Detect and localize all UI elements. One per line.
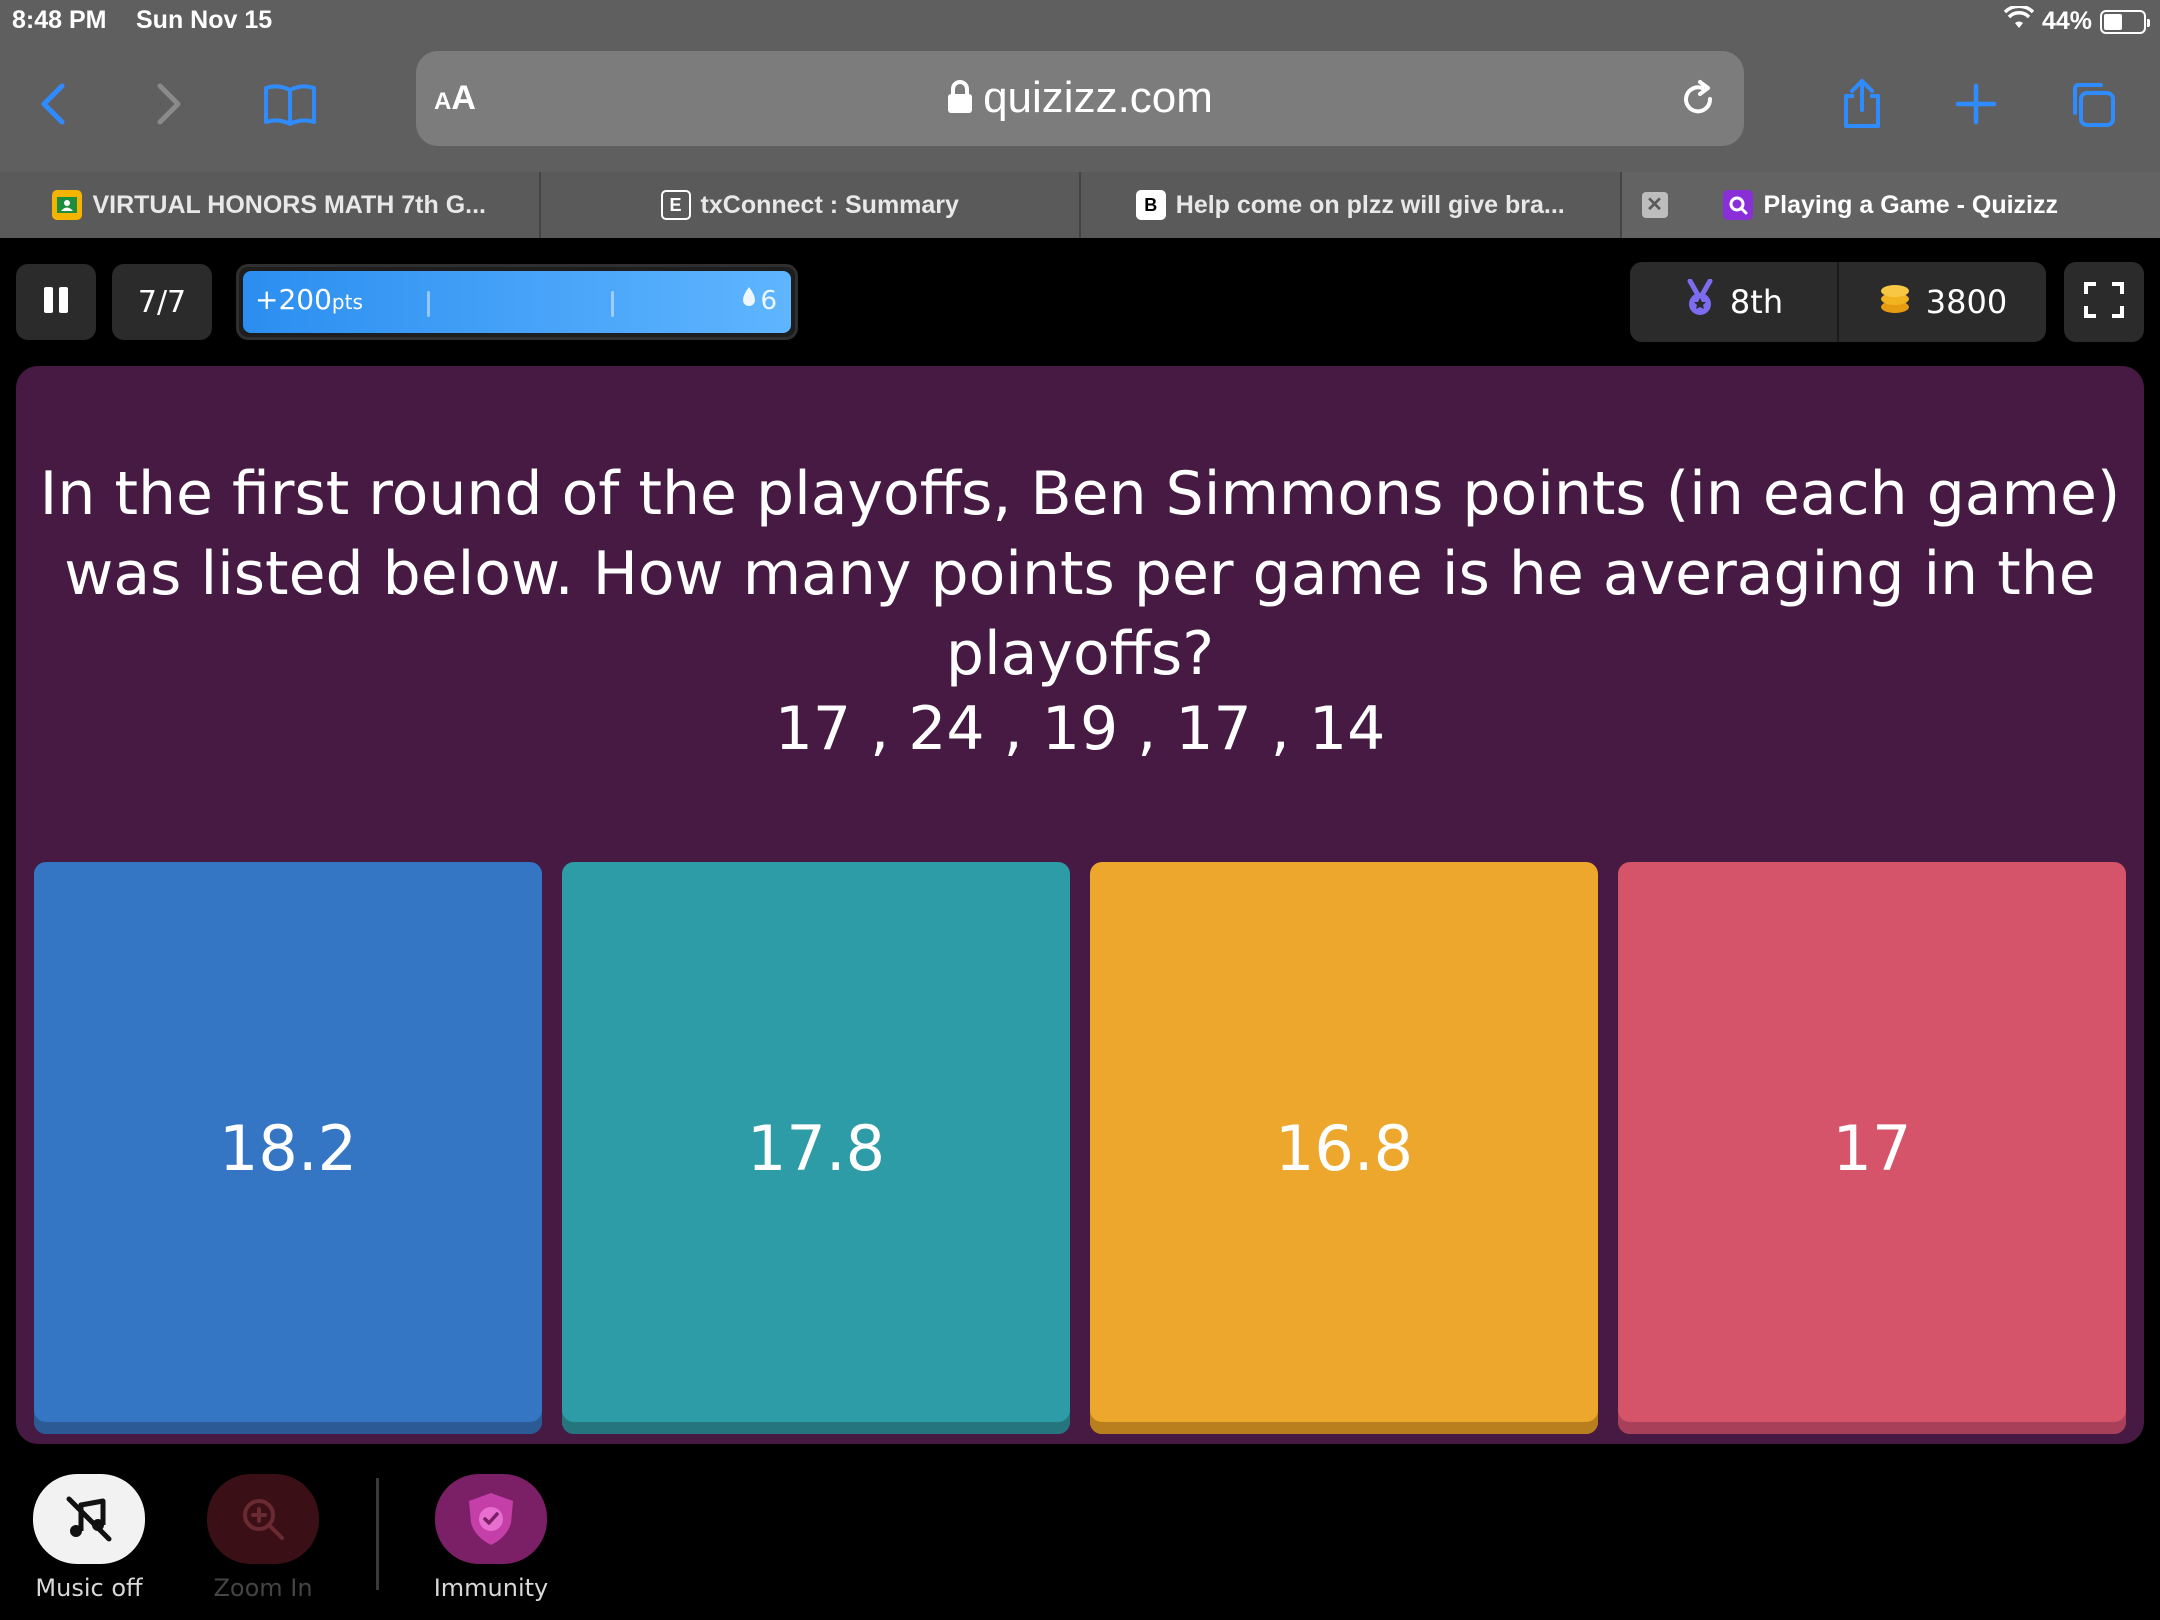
tab-label: txConnect : Summary xyxy=(700,190,959,219)
powerups-bar: Music off Zoom In Immunity xyxy=(0,1470,800,1620)
back-icon[interactable] xyxy=(24,74,84,134)
pause-icon xyxy=(41,285,71,319)
rank-display: 8th xyxy=(1630,262,1837,342)
music-off-label: Music off xyxy=(35,1574,143,1602)
immunity-label: Immunity xyxy=(433,1574,549,1602)
close-tab-icon[interactable]: ✕ xyxy=(1641,192,1668,218)
immunity-icon xyxy=(435,1474,547,1564)
bookmarks-icon[interactable] xyxy=(260,74,320,134)
tab-quizizz[interactable]: ✕ Playing a Game - Quizizz xyxy=(1621,172,2160,238)
url-text[interactable]: quizizz.com xyxy=(416,73,1744,125)
browser-toolbar: AA quizizz.com xyxy=(0,44,2160,154)
status-right: 44% xyxy=(2003,4,2150,37)
score-display: 3800 xyxy=(1837,262,2046,342)
answer-text: 16.8 xyxy=(1274,1111,1414,1185)
url-label: quizizz.com xyxy=(983,73,1213,122)
status-date: Sun Nov 15 xyxy=(136,6,273,34)
answer-text: 17.8 xyxy=(746,1111,886,1185)
answer-option-3[interactable]: 16.8 xyxy=(1090,862,1598,1434)
progress-tick xyxy=(427,291,430,317)
fullscreen-icon xyxy=(2084,282,2124,322)
fullscreen-button[interactable] xyxy=(2064,262,2144,342)
tab-strip: VIRTUAL HONORS MATH 7th G... E txConnect… xyxy=(0,172,2160,238)
zoom-in-label: Zoom In xyxy=(213,1574,313,1602)
tab-label: VIRTUAL HONORS MATH 7th G... xyxy=(92,190,487,219)
answer-text: 18.2 xyxy=(218,1111,358,1185)
pause-button[interactable] xyxy=(16,264,96,340)
music-off-button[interactable]: Music off xyxy=(24,1474,154,1602)
address-bar[interactable]: AA quizizz.com xyxy=(416,51,1744,146)
share-icon[interactable] xyxy=(1832,74,1892,134)
points-progress-bar: +200pts 6 xyxy=(236,264,798,340)
zoom-in-button[interactable]: Zoom In xyxy=(198,1474,328,1602)
battery-percent: 44% xyxy=(2041,7,2092,35)
status-bar: 8:48 PM Sun Nov 15 44% xyxy=(0,0,2160,40)
answer-option-2[interactable]: 17.8 xyxy=(562,862,1070,1434)
txconnect-favicon: E xyxy=(660,190,691,220)
quizizz-icon xyxy=(1723,190,1754,220)
tab-brainly[interactable]: B Help come on plzz will give bra... xyxy=(1081,172,1622,238)
classroom-icon xyxy=(52,190,83,220)
streak-counter: 6 xyxy=(740,285,777,316)
answer-option-1[interactable]: 18.2 xyxy=(34,862,542,1434)
browser-chrome: 8:48 PM Sun Nov 15 44% AA quizizz.com VI… xyxy=(0,0,2160,238)
progress-tick xyxy=(611,291,614,317)
rank-text: 8th xyxy=(1729,283,1784,321)
question-numbers: 17 , 24 , 19 , 17 , 14 xyxy=(774,694,1386,764)
lock-icon xyxy=(947,75,973,125)
rank-score-box: 8th 3800 xyxy=(1630,262,2046,342)
points-label: +200pts xyxy=(255,283,363,316)
medal-icon xyxy=(1684,278,1716,325)
answer-option-4[interactable]: 17 xyxy=(1618,862,2126,1434)
new-tab-icon[interactable] xyxy=(1946,74,2006,134)
brainly-favicon: B xyxy=(1135,190,1166,220)
status-time: 8:48 PM xyxy=(12,6,107,34)
powerups-divider xyxy=(376,1478,379,1590)
coins-icon xyxy=(1878,281,1912,323)
tab-label: Playing a Game - Quizizz xyxy=(1763,190,2059,219)
answer-options: 18.2 17.8 16.8 17 xyxy=(34,862,2126,1434)
question-counter: 7/7 xyxy=(112,264,212,340)
tab-virtual-honors-math[interactable]: VIRTUAL HONORS MATH 7th G... xyxy=(0,172,541,238)
game-topbar: 7/7 +200pts 6 8th 3800 xyxy=(0,262,2160,342)
reload-icon[interactable] xyxy=(1678,79,1718,123)
music-off-icon xyxy=(33,1474,145,1564)
question-panel: In the first round of the playoffs, Ben … xyxy=(16,366,2144,1444)
tabs-overview-icon[interactable] xyxy=(2062,74,2122,134)
zoom-in-icon xyxy=(207,1474,319,1564)
flame-icon xyxy=(740,285,758,316)
score-text: 3800 xyxy=(1925,283,2008,321)
forward-icon[interactable] xyxy=(138,74,198,134)
wifi-icon xyxy=(2003,4,2035,37)
question-text: In the first round of the playoffs, Ben … xyxy=(39,459,2121,689)
tab-label: Help come on plzz will give bra... xyxy=(1175,190,1565,219)
answer-text: 17 xyxy=(1832,1111,1912,1185)
battery-icon xyxy=(2100,9,2150,34)
immunity-button[interactable]: Immunity xyxy=(426,1474,556,1602)
tab-txconnect[interactable]: E txConnect : Summary xyxy=(540,172,1081,238)
